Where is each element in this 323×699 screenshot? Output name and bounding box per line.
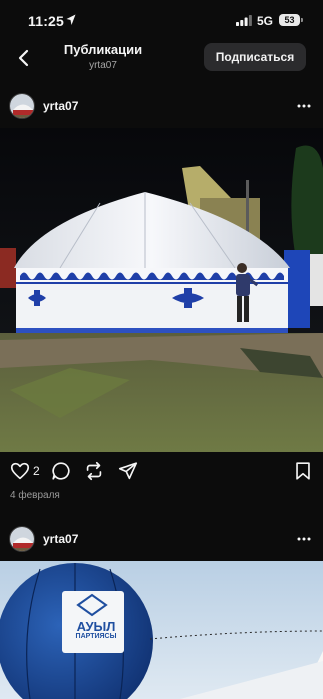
- post-header: yrta07: [0, 86, 323, 126]
- post-header: yrta07: [0, 519, 323, 559]
- balloon-text-line2: ПАРТИЯСЫ: [75, 633, 117, 640]
- more-dots-icon[interactable]: [296, 98, 312, 114]
- send-icon[interactable]: [117, 460, 139, 482]
- like-count[interactable]: 2: [33, 464, 40, 478]
- balloon-text-line1: АУЫЛ: [76, 619, 116, 634]
- more-dots-icon[interactable]: [296, 531, 312, 547]
- comment-icon[interactable]: [50, 460, 72, 482]
- location-arrow-icon: [66, 14, 76, 25]
- follow-button[interactable]: Подписаться: [204, 43, 306, 71]
- status-time: 11:25: [28, 13, 65, 29]
- balloon-photo: [0, 561, 323, 699]
- post-actions: 2: [0, 456, 323, 486]
- battery-tip: [301, 18, 303, 22]
- page-subtitle: yrta07: [89, 60, 117, 71]
- battery-icon: 53: [279, 14, 300, 26]
- post-date: 4 февраля: [10, 490, 60, 501]
- page-title: Публикации: [63, 42, 143, 57]
- balloon-text: АУЫЛ ПАРТИЯСЫ: [66, 620, 126, 640]
- post-username[interactable]: yrta07: [43, 532, 78, 546]
- repost-icon[interactable]: [83, 460, 105, 482]
- yurt-photo: [0, 128, 323, 452]
- post-photo[interactable]: [0, 128, 323, 452]
- status-bar: 11:25 5G 53: [0, 0, 323, 40]
- network-type: 5G: [257, 14, 274, 28]
- avatar[interactable]: [9, 93, 35, 119]
- signal-bars-icon: [236, 15, 252, 26]
- bookmark-icon[interactable]: [292, 460, 314, 482]
- heart-icon[interactable]: [9, 460, 31, 482]
- post-photo[interactable]: АУЫЛ ПАРТИЯСЫ: [0, 561, 323, 699]
- top-header: Публикации yrta07 Подписаться: [0, 40, 323, 80]
- avatar[interactable]: [9, 526, 35, 552]
- post-username[interactable]: yrta07: [43, 99, 78, 113]
